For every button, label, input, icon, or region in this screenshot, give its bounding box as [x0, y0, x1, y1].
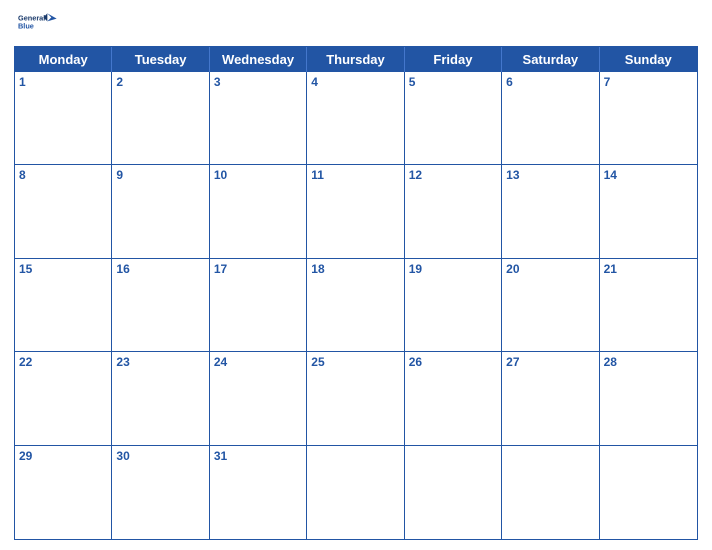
calendar-header-row: MondayTuesdayWednesdayThursdayFridaySatu… [15, 47, 697, 72]
day-header-wednesday: Wednesday [210, 47, 307, 72]
calendar-cell: 5 [405, 72, 502, 165]
day-number: 13 [506, 168, 519, 182]
calendar-cell: 12 [405, 165, 502, 258]
calendar-cell: 31 [210, 446, 307, 539]
calendar-cell: 8 [15, 165, 112, 258]
calendar-cell: 30 [112, 446, 209, 539]
calendar-week-1: 1 2 3 4 5 6 7 [15, 72, 697, 165]
calendar-cell: 29 [15, 446, 112, 539]
day-number: 7 [604, 75, 611, 89]
day-number: 12 [409, 168, 422, 182]
day-header-thursday: Thursday [307, 47, 404, 72]
calendar-cell: 18 [307, 259, 404, 352]
calendar-cell: 9 [112, 165, 209, 258]
day-number: 9 [116, 168, 123, 182]
day-number: 20 [506, 262, 519, 276]
calendar-cell: 7 [600, 72, 697, 165]
calendar-page: General Blue MondayTuesdayWednesdayThurs… [0, 0, 712, 550]
day-header-tuesday: Tuesday [112, 47, 209, 72]
calendar-cell: 6 [502, 72, 599, 165]
day-number: 17 [214, 262, 227, 276]
page-header: General Blue [14, 10, 698, 38]
day-number: 26 [409, 355, 422, 369]
day-number: 21 [604, 262, 617, 276]
day-number: 19 [409, 262, 422, 276]
day-number: 10 [214, 168, 227, 182]
calendar-cell: 22 [15, 352, 112, 445]
day-number: 1 [19, 75, 26, 89]
calendar: MondayTuesdayWednesdayThursdayFridaySatu… [14, 46, 698, 540]
calendar-cell: 4 [307, 72, 404, 165]
calendar-cell: 25 [307, 352, 404, 445]
calendar-cell [502, 446, 599, 539]
calendar-week-4: 22 23 24 25 26 27 28 [15, 352, 697, 445]
day-number: 28 [604, 355, 617, 369]
logo: General Blue [18, 10, 58, 38]
calendar-cell [405, 446, 502, 539]
day-number: 16 [116, 262, 129, 276]
day-number: 25 [311, 355, 324, 369]
day-number: 27 [506, 355, 519, 369]
day-number: 18 [311, 262, 324, 276]
calendar-cell: 16 [112, 259, 209, 352]
day-number: 24 [214, 355, 227, 369]
day-number: 3 [214, 75, 221, 89]
svg-text:Blue: Blue [18, 22, 34, 31]
calendar-cell: 24 [210, 352, 307, 445]
day-number: 5 [409, 75, 416, 89]
calendar-cell: 10 [210, 165, 307, 258]
calendar-cell: 11 [307, 165, 404, 258]
calendar-cell [307, 446, 404, 539]
calendar-cell: 1 [15, 72, 112, 165]
calendar-cell: 20 [502, 259, 599, 352]
calendar-week-5: 29 30 31 [15, 446, 697, 539]
day-header-friday: Friday [405, 47, 502, 72]
day-number: 8 [19, 168, 26, 182]
calendar-cell: 15 [15, 259, 112, 352]
calendar-cell: 2 [112, 72, 209, 165]
day-number: 23 [116, 355, 129, 369]
day-number: 14 [604, 168, 617, 182]
logo-svg: General Blue [18, 10, 58, 38]
day-number: 15 [19, 262, 32, 276]
calendar-cell: 3 [210, 72, 307, 165]
day-header-sunday: Sunday [600, 47, 697, 72]
day-number: 6 [506, 75, 513, 89]
calendar-cell: 28 [600, 352, 697, 445]
calendar-cell: 13 [502, 165, 599, 258]
day-number: 4 [311, 75, 318, 89]
day-number: 2 [116, 75, 123, 89]
calendar-cell: 21 [600, 259, 697, 352]
calendar-week-3: 15 16 17 18 19 20 21 [15, 259, 697, 352]
day-number: 22 [19, 355, 32, 369]
day-number: 11 [311, 168, 324, 182]
calendar-cell [600, 446, 697, 539]
day-number: 31 [214, 449, 227, 463]
calendar-week-2: 8 9 10 11 12 13 14 [15, 165, 697, 258]
calendar-cell: 23 [112, 352, 209, 445]
day-header-saturday: Saturday [502, 47, 599, 72]
calendar-cell: 14 [600, 165, 697, 258]
day-header-monday: Monday [15, 47, 112, 72]
calendar-cell: 26 [405, 352, 502, 445]
day-number: 29 [19, 449, 32, 463]
calendar-cell: 27 [502, 352, 599, 445]
day-number: 30 [116, 449, 129, 463]
calendar-cell: 19 [405, 259, 502, 352]
calendar-body: 1234567891011121314151617181920212223242… [15, 72, 697, 539]
calendar-cell: 17 [210, 259, 307, 352]
